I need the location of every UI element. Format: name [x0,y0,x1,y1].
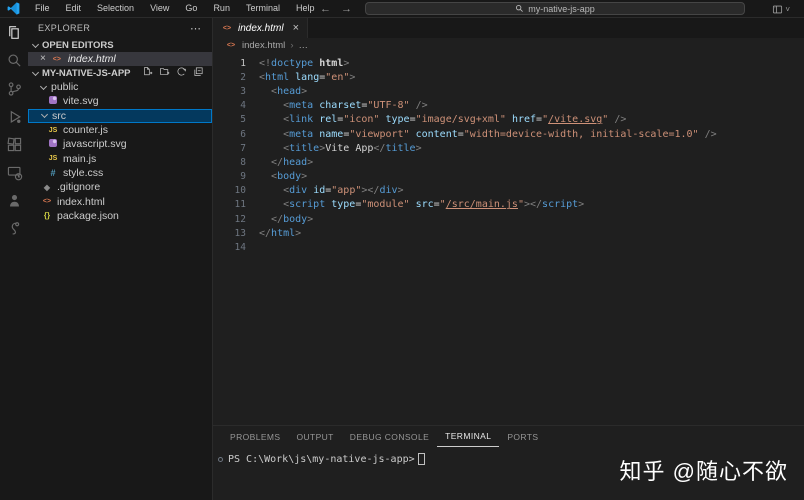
activity-account-icon[interactable] [0,186,28,214]
forward-icon[interactable]: → [341,3,352,15]
tree-item-vite-svg[interactable]: vite.svg [28,94,212,108]
open-editor-filename: index.html [67,53,116,65]
panel-tab-problems[interactable]: PROBLEMS [222,426,288,447]
command-decoration-icon [218,456,223,462]
project-actions [142,66,212,80]
panel-tab-output[interactable]: OUTPUT [288,426,341,447]
customize-layout-button[interactable]: ˅ [772,2,790,16]
code-line-2: 2 <html lang="en"> [240,71,356,83]
search-icon [516,4,524,12]
code-editor[interactable]: 1 <!doctype html> 2 <html lang="en"> 3 <head>… [213,53,804,255]
close-icon[interactable]: × [40,54,46,64]
chevron-down-icon [32,70,39,77]
code-line-14: 14 [234,242,246,254]
close-icon[interactable]: × [293,22,299,34]
activity-extensions-icon[interactable] [0,130,28,158]
new-folder-icon[interactable] [159,66,170,80]
activity-source-control-icon[interactable] [0,74,28,102]
chevron-down-icon: ˅ [785,4,790,14]
activity-bar [0,18,28,500]
editor-tab-bar: <> index.html × [213,18,804,38]
code-line-13: 13 </html> [234,227,302,239]
chevron-down-icon [41,112,48,119]
file-tree: public vite.svg src JS counter.js javascript.… [28,80,212,223]
menu-run[interactable]: Run [205,0,238,17]
code-line-6: 6 <meta name="viewport" content="width=de… [240,128,717,140]
panel-tab-bar: PROBLEMS OUTPUT DEBUG CONSOLE TERMINAL PORTS [213,426,804,447]
menu-go[interactable]: Go [177,0,205,17]
search-value: my-native-js-app [528,3,595,14]
history-nav: ← → [320,0,352,18]
activity-run-debug-icon[interactable] [0,102,28,130]
menu-terminal[interactable]: Terminal [238,0,288,17]
code-line-3: 3 <head> [240,85,308,97]
code-line-10: 10 <div id="app"></div> [234,185,404,197]
code-line-5: 5 <link rel="icon" type="image/svg+xml" h… [240,114,627,126]
panel-tab-terminal[interactable]: TERMINAL [437,426,500,447]
tab-label: index.html [238,22,284,34]
menu-edit[interactable]: Edit [58,0,90,17]
menu-view[interactable]: View [142,0,177,17]
project-section-header[interactable]: MY-NATIVE-JS-APP [28,66,212,80]
menu-selection[interactable]: Selection [89,0,142,17]
chevron-down-icon [32,42,39,49]
vscode-logo-icon [7,2,23,16]
collapse-all-icon[interactable] [193,66,204,80]
breadcrumb-file[interactable]: index.html [242,40,285,51]
code-line-12: 12 </body> [234,213,314,225]
tree-item-index-html[interactable]: <> index.html [28,194,212,208]
sidebar-title: EXPLORER [38,23,91,33]
breadcrumb-more[interactable]: … [298,40,308,51]
code-line-11: 11 <script type="module" src="/src/main.j… [234,199,585,211]
open-editor-item[interactable]: × <> index.html [28,52,212,66]
chevron-down-icon [40,84,47,91]
html-file-icon: <> [222,24,232,32]
breadcrumb[interactable]: <> index.html › … [213,38,804,53]
menu-help[interactable]: Help [288,0,323,17]
menu-file[interactable]: File [27,0,58,17]
activity-explorer-icon[interactable] [0,18,28,46]
command-center-search[interactable]: my-native-js-app [365,2,745,15]
activity-search-icon[interactable] [0,46,28,74]
breadcrumb-separator: › [290,40,294,51]
menu-bar: File Edit Selection View Go Run Terminal Help [27,0,322,17]
sidebar-header: EXPLORER ⋯ [28,18,212,38]
html-file-icon: <> [52,55,61,63]
watermark-text: 知乎 @随心不欲 [619,459,788,484]
project-name-label: MY-NATIVE-JS-APP [42,67,131,79]
tree-item-javascript-svg[interactable]: javascript.svg [28,137,212,151]
terminal-prompt: PS C:\Work\js\my-native-js-app> [228,453,415,465]
explorer-sidebar: EXPLORER ⋯ OPEN EDITORS × <> index.html … [28,18,213,500]
tree-item-main-js[interactable]: JS main.js [28,151,212,165]
panel-tab-ports[interactable]: PORTS [499,426,546,447]
terminal-cursor [417,453,425,465]
html-file-icon: <> [226,42,236,49]
tree-item-counter-js[interactable]: JS counter.js [28,123,212,137]
tree-item-style-css[interactable]: # style.css [28,166,212,180]
code-line-8: 8 </head> [240,156,314,168]
back-icon[interactable]: ← [320,3,331,15]
code-line-1: 1 <!doctype html> [240,57,350,69]
code-line-9: 9 <body> [240,171,308,183]
code-line-4: 4 <meta charset="UTF-8" /> [240,100,428,112]
open-editors-label: OPEN EDITORS [42,39,114,51]
code-line-7: 7 <title>Vite App</title> [240,142,422,154]
open-editors-section-header[interactable]: OPEN EDITORS [28,38,212,52]
more-actions-icon[interactable]: ⋯ [190,22,202,35]
tree-item--gitignore[interactable]: ◆ .gitignore [28,180,212,194]
title-bar: File Edit Selection View Go Run Terminal Help ←… [0,0,804,18]
layout-grid-icon [773,5,783,13]
new-file-icon[interactable] [142,66,153,80]
vscode-window: File Edit Selection View Go Run Terminal Help ←… [0,0,804,500]
activity-remote-explorer-icon[interactable] [0,158,28,186]
tree-item-public[interactable]: public [28,80,212,94]
activity-extension-misc-icon[interactable] [0,214,28,242]
tree-item-src[interactable]: src [28,108,212,123]
editor-area: <> index.html × <> index.html › … 1 <!doc… [213,18,804,425]
refresh-icon[interactable] [176,66,187,80]
panel-tab-debug-console[interactable]: DEBUG CONSOLE [342,426,437,447]
tab-index-html[interactable]: <> index.html × [213,18,309,38]
tree-item-package-json[interactable]: {} package.json [28,209,212,223]
